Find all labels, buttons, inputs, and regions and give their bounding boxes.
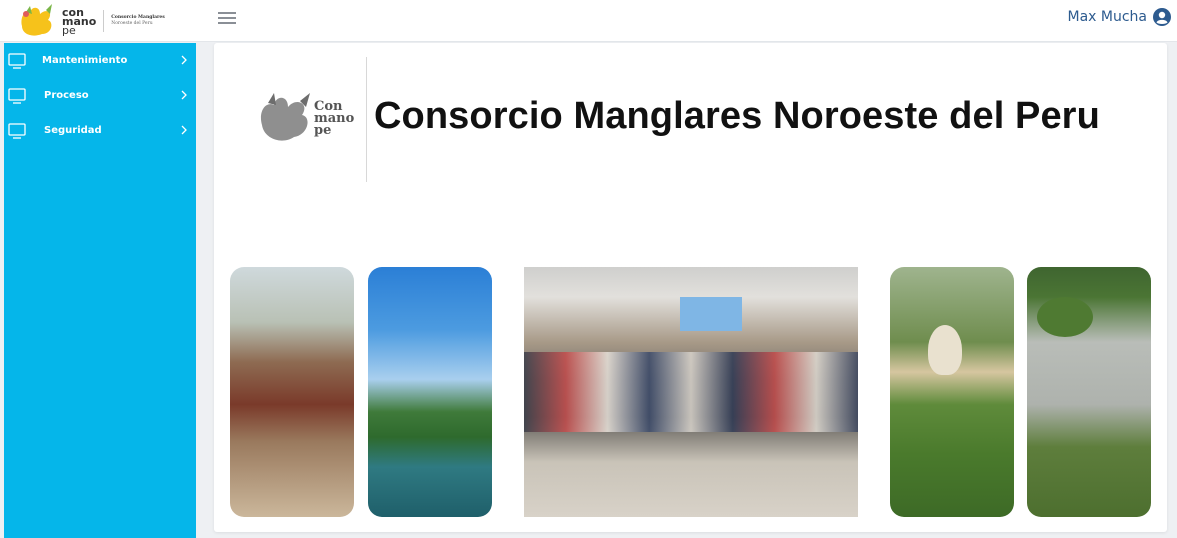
banner-logo-line3: pe [314,123,332,138]
sidebar-item-label: Proceso [44,90,89,101]
sidebar: Mantenimiento Proceso Seguridad [4,43,196,538]
brand-subtitle-line2: Noroeste del Peru [111,21,153,26]
user-name[interactable]: Max Mucha [1068,9,1148,25]
page-title: Consorcio Manglares Noroeste del Peru [374,95,1100,137]
sidebar-item-label: Seguridad [44,125,102,136]
hamburger-icon[interactable] [218,12,236,26]
mangrove-river-photo [368,267,492,517]
sidebar-item-proceso[interactable]: Proceso [4,78,196,113]
group-photo [524,267,858,517]
user-menu[interactable]: Max Mucha [1068,8,1171,26]
crab-photo [230,267,354,517]
user-circle-icon[interactable] [1153,8,1171,26]
hands-logo-icon [260,93,310,141]
main-content: Con mano pe Consorcio Manglares Noroeste… [214,43,1167,532]
chevron-right-icon [181,55,187,65]
monitor-icon [8,52,26,69]
sidebar-item-label: Mantenimiento [42,55,128,66]
banner-divider [366,57,367,182]
banner-logo-text: Con mano pe [314,100,354,138]
brand-subtitle: Consorcio Manglares Noroeste del Peru [111,15,165,27]
monitor-icon [8,122,26,139]
crowd [524,352,858,432]
sidebar-item-seguridad[interactable]: Seguridad [4,113,196,148]
chevron-right-icon [181,90,187,100]
mangrove-bush [1037,297,1093,337]
top-bar: con mano pe Consorcio Manglares Noroeste… [0,0,1177,42]
bird [928,325,962,375]
mangrove-water-photo [1027,267,1151,517]
hands-logo-icon [21,4,52,36]
brand-divider [103,10,105,32]
sidebar-item-mantenimiento[interactable]: Mantenimiento [4,43,196,78]
brand-logo[interactable]: con mano pe Consorcio Manglares Noroeste… [0,0,196,42]
chevron-right-icon [181,125,187,135]
monitor-icon [8,87,26,104]
brand-logo-text: con mano pe [62,7,96,36]
projector-screen [680,297,742,331]
bird-photo [890,267,1014,517]
